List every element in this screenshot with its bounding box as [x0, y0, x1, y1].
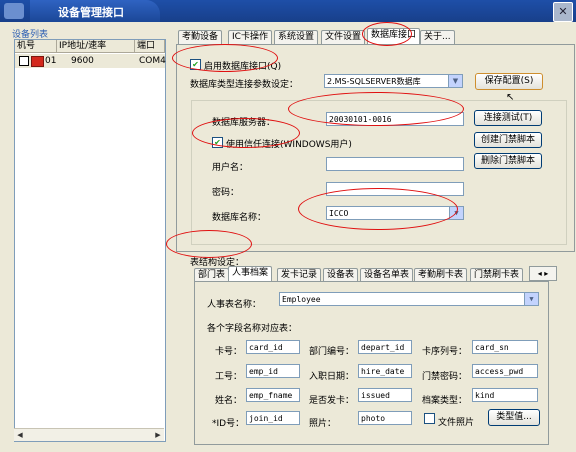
tab-access-swipe[interactable]: 门禁刷卡表	[470, 268, 524, 282]
scroll-left-icon[interactable]: ◀	[14, 429, 26, 441]
annotation-ellipse	[166, 230, 252, 258]
annotation-ellipse	[172, 44, 278, 72]
delete-access-script-button[interactable]: 删除门禁脚本	[474, 153, 542, 169]
tab-system-settings[interactable]: 系统设置	[274, 30, 319, 44]
card-sn-input[interactable]: card_sn	[472, 340, 538, 354]
connection-test-button[interactable]: 连接测试(T)	[474, 110, 542, 126]
field-label: 卡号：	[215, 347, 243, 357]
annotation-ellipse	[298, 188, 458, 230]
access-pwd-input[interactable]: access_pwd	[472, 364, 538, 378]
field-label: 门禁密码：	[422, 372, 468, 382]
device-icon	[31, 56, 44, 67]
column-header-ip[interactable]: IP地址/速率	[57, 40, 135, 53]
field-label: 工号：	[215, 372, 243, 382]
device-table[interactable]: 机号 IP地址/速率 端口 01 9600 COM4	[14, 39, 166, 442]
tab-file-settings[interactable]: 文件设置	[321, 30, 366, 44]
tab-attendance-device[interactable]: 考勤设备	[178, 30, 223, 44]
db-type-select[interactable]: 2.MS-SQLSERVER数据库 ▼	[324, 74, 463, 88]
device-id: 01	[45, 56, 57, 66]
field-label: 部门编号：	[309, 347, 355, 357]
field-label: *ID号：	[212, 419, 245, 429]
field-label: 姓名：	[215, 396, 243, 406]
card-id-input[interactable]: card_id	[246, 340, 300, 354]
depart-id-input[interactable]: depart_id	[358, 340, 412, 354]
type-value-button[interactable]: 类型值...	[488, 409, 540, 426]
close-icon[interactable]: ✕	[553, 2, 573, 22]
chevron-down-icon[interactable]: ▼	[448, 75, 462, 87]
tab-device-table[interactable]: 设备表	[323, 268, 359, 282]
db-type-label: 数据库类型连接参数设定：	[190, 80, 299, 90]
join-id-input[interactable]: join_id	[246, 411, 300, 425]
employee-table-value: Employee	[282, 295, 321, 304]
employee-table-label: 人事表名称：	[207, 300, 262, 310]
tab-card-issue-records[interactable]: 发卡记录	[277, 268, 322, 282]
field-label: 卡序列号：	[422, 347, 468, 357]
field-label: 是否发卡：	[309, 396, 355, 406]
field-label: 入职日期：	[309, 372, 355, 382]
tab-attendance-swipe[interactable]: 考勤刷卡表	[414, 268, 468, 282]
tab-scroll-arrows[interactable]: ◂ ▸	[529, 266, 557, 281]
hire-date-input[interactable]: hire_date	[358, 364, 412, 378]
horizontal-scrollbar[interactable]: ◀ ▶	[14, 428, 164, 441]
table-row[interactable]: 01 9600 COM4	[15, 54, 166, 68]
create-access-script-button[interactable]: 创建门禁脚本	[474, 132, 542, 148]
field-label: 照片：	[309, 419, 337, 429]
tab-department[interactable]: 部门表	[194, 268, 230, 282]
window-title: 设备管理接口	[58, 6, 124, 19]
app-icon	[4, 3, 24, 19]
field-mapping-label: 各个字段名称对应表：	[207, 324, 298, 334]
row-checkbox[interactable]	[19, 56, 29, 66]
tab-ic-card[interactable]: IC卡操作	[228, 30, 272, 44]
column-header-port[interactable]: 端口	[135, 40, 165, 53]
password-label: 密码：	[212, 188, 240, 198]
device-port: COM4	[139, 56, 166, 66]
emp-id-input[interactable]: emp_id	[246, 364, 300, 378]
tab-device-list-table[interactable]: 设备名单表	[360, 268, 414, 282]
emp-fname-input[interactable]: emp_fname	[246, 388, 300, 402]
annotation-ellipse	[288, 92, 464, 126]
db-name-label: 数据库名称：	[212, 213, 267, 223]
save-config-button[interactable]: 保存配置(S)	[475, 73, 543, 90]
photo-input[interactable]: photo	[358, 411, 412, 425]
column-header-id[interactable]: 机号	[15, 40, 57, 53]
db-type-value: 2.MS-SQLSERVER数据库	[327, 77, 421, 86]
file-photo-checkbox[interactable]	[424, 413, 435, 424]
issued-input[interactable]: issued	[358, 388, 412, 402]
chevron-down-icon[interactable]: ▼	[524, 293, 538, 305]
scroll-right-icon[interactable]: ▶	[152, 429, 164, 441]
file-photo-label: 文件照片	[438, 418, 475, 428]
annotation-ellipse	[362, 22, 412, 46]
employee-table-select[interactable]: Employee ▼	[279, 292, 539, 306]
device-rate: 9600	[71, 56, 94, 66]
tab-about[interactable]: 关于...	[420, 30, 455, 44]
tab-personnel[interactable]: 人事档案	[228, 266, 273, 282]
username-label: 用户名：	[212, 163, 249, 173]
annotation-ellipse	[192, 118, 300, 148]
username-input[interactable]	[326, 157, 464, 171]
kind-input[interactable]: kind	[472, 388, 538, 402]
field-label: 档案类型：	[422, 396, 468, 406]
